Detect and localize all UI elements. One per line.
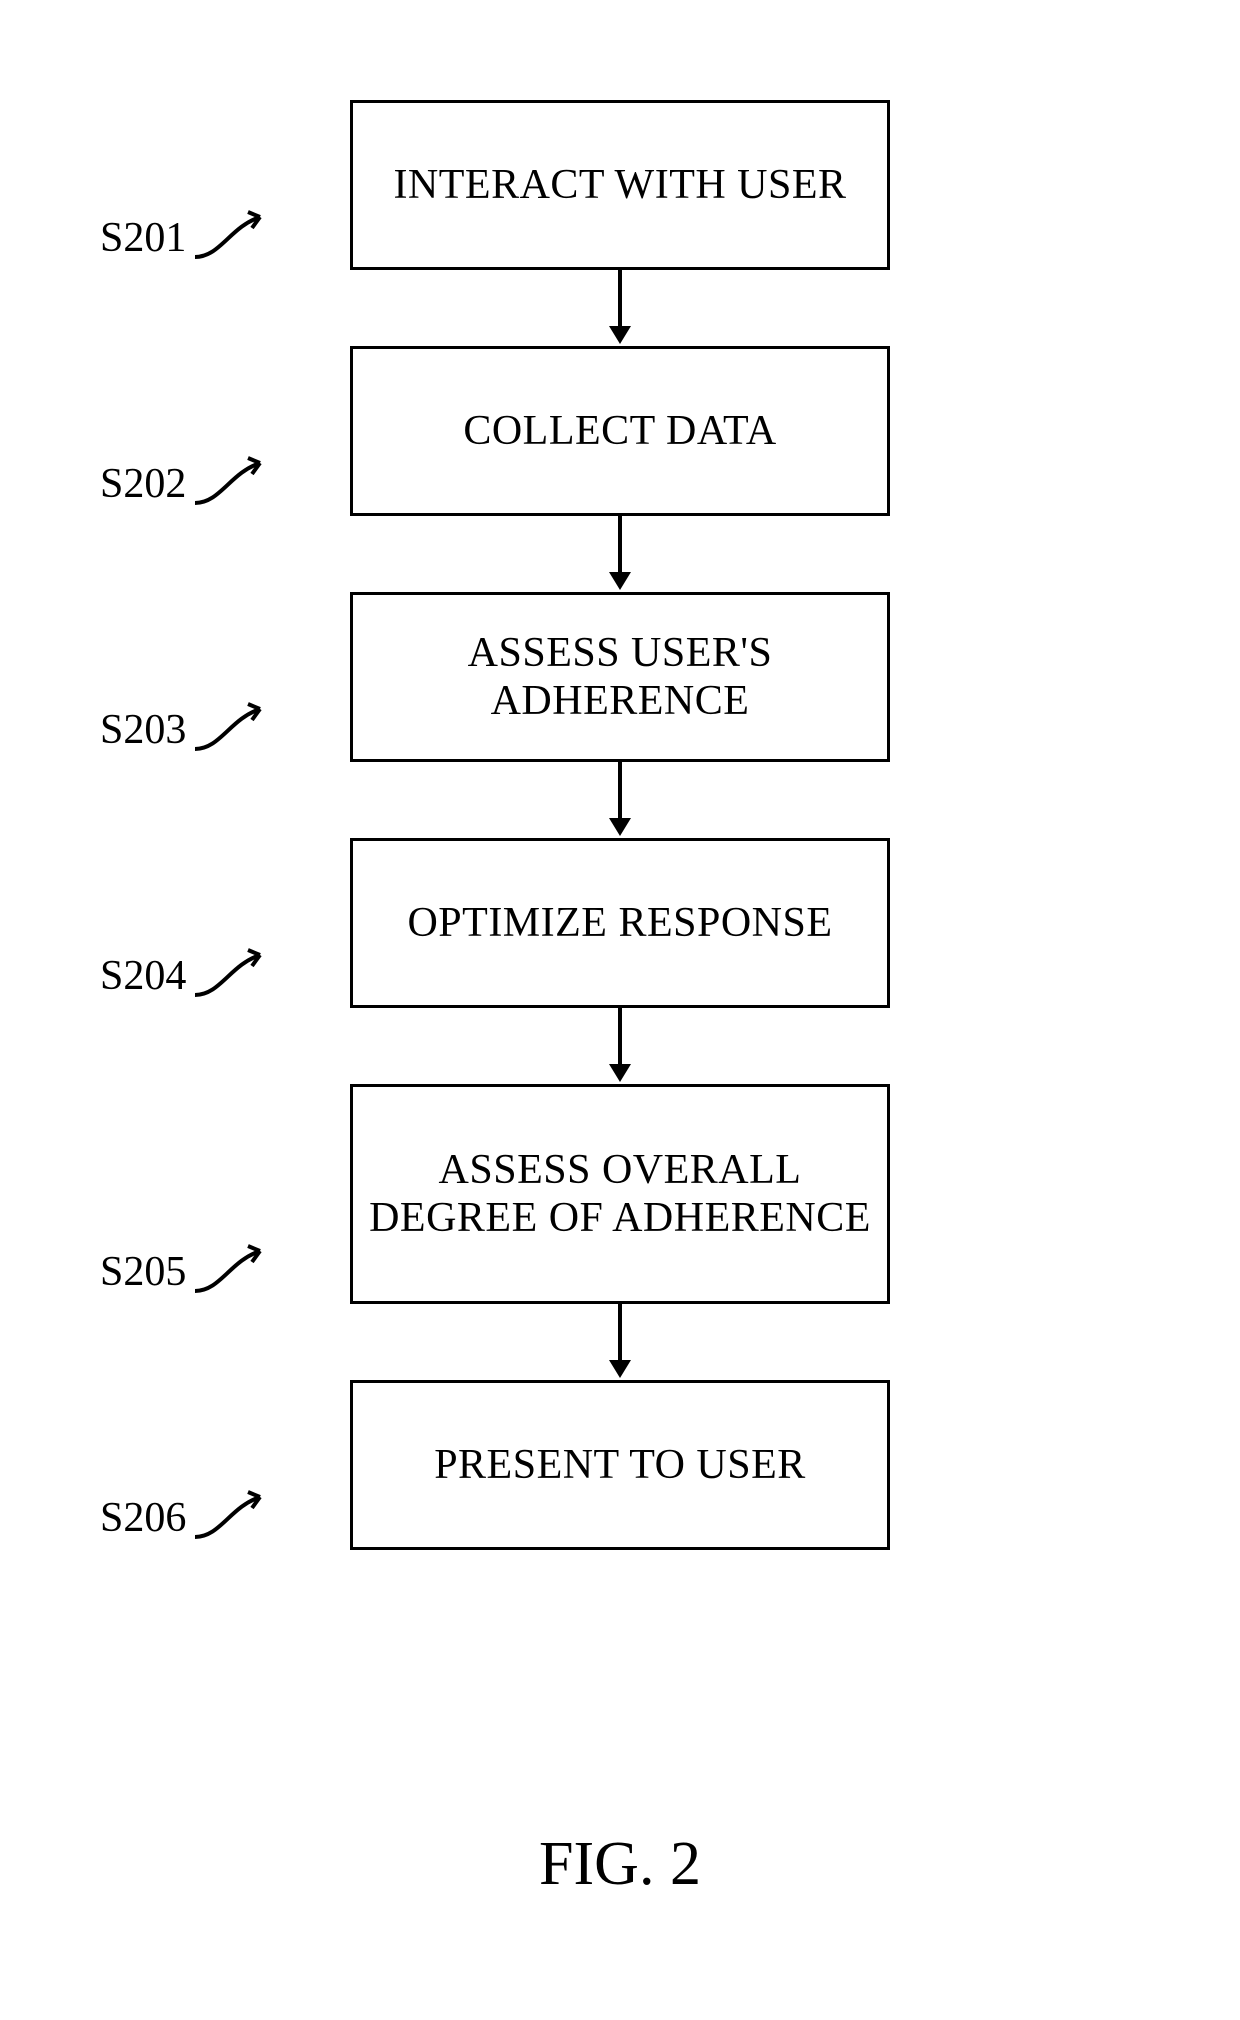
step-box: OPTIMIZE RESPONSE [350, 838, 890, 1008]
step-row: S204 OPTIMIZE RESPONSE [220, 838, 1020, 1008]
step-box: PRESENT TO USER [350, 1380, 890, 1550]
step-id: S206 [100, 1494, 186, 1542]
step-row: S206 PRESENT TO USER [220, 1380, 1020, 1550]
step-row: S201 INTERACT WITH USER [220, 100, 1020, 270]
step-id: S201 [100, 214, 186, 262]
step-label: S203 [100, 694, 290, 754]
down-arrow-icon [220, 516, 1020, 592]
step-label: S205 [100, 1236, 290, 1296]
step-label: S204 [100, 940, 290, 1000]
flowchart: S201 INTERACT WITH USER S202 COLLECT DAT… [220, 100, 1020, 1550]
down-arrow-icon [220, 1304, 1020, 1380]
step-box: ASSESS USER'S ADHERENCE [350, 592, 890, 762]
down-arrow-icon [220, 762, 1020, 838]
step-id: S203 [100, 706, 186, 754]
step-box: ASSESS OVERALL DEGREE OF ADHERENCE [350, 1084, 890, 1304]
step-row: S205 ASSESS OVERALL DEGREE OF ADHERENCE [220, 1084, 1020, 1304]
step-label: S202 [100, 448, 290, 508]
pointer-arrow-icon [190, 940, 290, 1000]
figure-caption: FIG. 2 [539, 1829, 701, 1900]
step-box: INTERACT WITH USER [350, 100, 890, 270]
step-row: S202 COLLECT DATA [220, 346, 1020, 516]
step-id: S204 [100, 952, 186, 1000]
down-arrow-icon [220, 270, 1020, 346]
pointer-arrow-icon [190, 694, 290, 754]
step-id: S205 [100, 1248, 186, 1296]
pointer-arrow-icon [190, 1482, 290, 1542]
step-id: S202 [100, 460, 186, 508]
pointer-arrow-icon [190, 202, 290, 262]
pointer-arrow-icon [190, 448, 290, 508]
step-row: S203 ASSESS USER'S ADHERENCE [220, 592, 1020, 762]
step-box: COLLECT DATA [350, 346, 890, 516]
step-label: S206 [100, 1482, 290, 1542]
step-label: S201 [100, 202, 290, 262]
down-arrow-icon [220, 1008, 1020, 1084]
pointer-arrow-icon [190, 1236, 290, 1296]
